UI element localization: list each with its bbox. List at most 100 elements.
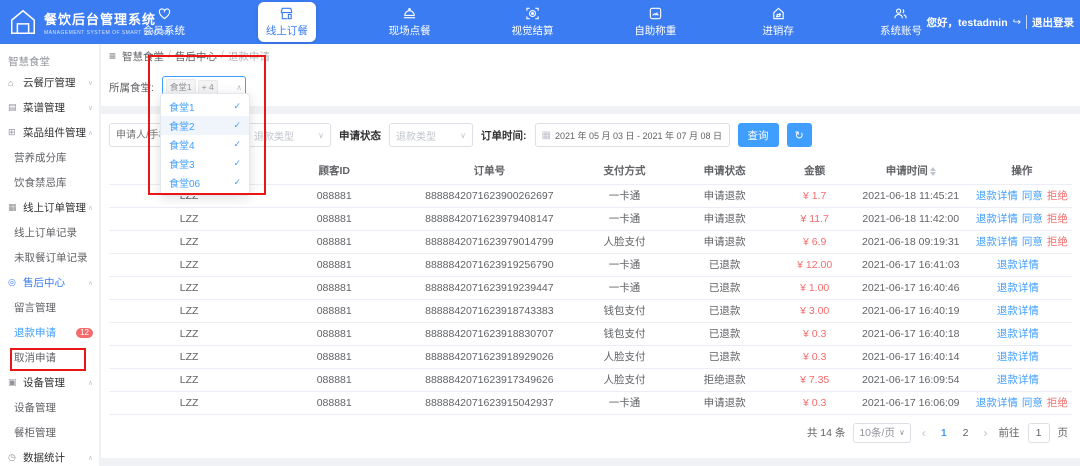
goto-label: 前往 (999, 425, 1020, 440)
sidebar-item-data-statistics[interactable]: ◷ 数据统计 ∧ (0, 445, 99, 466)
agree-link[interactable]: 同意 (1022, 236, 1043, 248)
page-number-2[interactable]: 2 (959, 427, 973, 439)
nav-self-weighing[interactable]: 自助称重 (626, 2, 684, 42)
status-select[interactable]: 退款类型 ∨ (389, 123, 473, 147)
nav-item-label: 会员系统 (143, 23, 185, 38)
components-icon: ⊞ (8, 127, 20, 138)
canteen-option-06[interactable]: 食堂06 ✓ (161, 173, 249, 192)
next-page-button[interactable]: › (981, 426, 991, 440)
refund-table: 顾客ID 订单号 支付方式 申请状态 金额 申请时间 操作 LZZ 088881… (109, 158, 1072, 415)
canteen-select-label: 所属食堂: (109, 80, 154, 95)
col-order-no: 订单号 (399, 158, 579, 184)
agree-link[interactable]: 同意 (1022, 397, 1043, 409)
device-icon: ▣ (8, 377, 20, 388)
sidebar-item-online-order-records[interactable]: 线上订单记录 (0, 220, 99, 245)
sidebar-item-cabinet-mgmt[interactable]: 餐柜管理 (0, 420, 99, 445)
reject-link[interactable]: 拒绝 (1047, 397, 1068, 409)
refresh-icon: ↻ (795, 130, 804, 142)
chevron-down-icon: ∨ (88, 79, 93, 87)
date-range-picker[interactable]: ▦ 2021 年 05 月 03 日 - 2021 年 07 月 08 日 (535, 123, 730, 147)
nav-member-system[interactable]: 会员系统 (135, 2, 193, 42)
nav-online-ordering[interactable]: 线上订餐 (258, 2, 316, 42)
page-size-select[interactable]: 10条/页 ∨ (853, 423, 910, 443)
table-row: LZZ 088881 8888842071623979408147 一卡通 申请… (109, 207, 1072, 230)
member-heart-icon (157, 6, 172, 21)
canteen-option-3[interactable]: 食堂3 ✓ (161, 154, 249, 173)
sidebar-collapse-icon[interactable]: ≡ (109, 49, 116, 63)
col-status: 申请状态 (670, 158, 780, 184)
col-time[interactable]: 申请时间 (850, 158, 972, 184)
aftersales-headset-icon: ◎ (8, 277, 20, 288)
sidebar-item-message-mgmt[interactable]: 留言管理 (0, 295, 99, 320)
sidebar-item-unpicked-order-records[interactable]: 未取餐订单记录 (0, 245, 99, 270)
account-users-icon (893, 6, 908, 21)
reject-link[interactable]: 拒绝 (1047, 190, 1068, 202)
chevron-down-icon: ∨ (460, 131, 466, 140)
sidebar-item-diet-taboo-library[interactable]: 饮食禁忌库 (0, 170, 99, 195)
logout-button[interactable]: 退出登录 (1032, 15, 1074, 30)
table-row: LZZ 088881 8888842071623918929026 人脸支付 已… (109, 345, 1072, 368)
refund-detail-link[interactable]: 退款详情 (997, 282, 1039, 294)
sidebar-item-refund-requests[interactable]: 退款申请 12 (0, 320, 99, 345)
refund-detail-link[interactable]: 退款详情 (976, 236, 1018, 248)
goto-page-input[interactable] (1028, 423, 1050, 443)
chevron-up-icon: ∧ (236, 83, 242, 92)
inventory-icon (771, 6, 786, 21)
chevron-up-icon: ∧ (88, 454, 93, 462)
reject-link[interactable]: 拒绝 (1047, 236, 1068, 248)
nav-system-account[interactable]: 系统账号 (872, 2, 930, 42)
nav-vision-checkout[interactable]: 视觉结算 (503, 2, 561, 42)
nav-onsite-ordering[interactable]: 现场点餐 (381, 2, 439, 42)
sidebar-item-nutrition-library[interactable]: 营养成分库 (0, 145, 99, 170)
reject-link[interactable]: 拒绝 (1047, 213, 1068, 225)
table-row: LZZ 088881 8888842071623919256790 一卡通 已退… (109, 253, 1072, 276)
table-row: LZZ 088881 8888842071623900262697 一卡通 申请… (109, 184, 1072, 207)
nav-item-label: 系统账号 (880, 23, 922, 38)
sidebar-item-device-mgmt[interactable]: 设备管理 (0, 395, 99, 420)
sidebar-item-menu-mgmt[interactable]: ▤ 菜谱管理 ∨ (0, 95, 99, 120)
nav-item-label: 线上订餐 (266, 23, 308, 38)
order-grid-icon: ▦ (8, 202, 20, 213)
refund-detail-link[interactable]: 退款详情 (997, 305, 1039, 317)
refund-detail-link[interactable]: 退款详情 (976, 190, 1018, 202)
breadcrumb-separator: / (221, 49, 224, 64)
breadcrumb-aftersales[interactable]: 售后中心 (175, 49, 217, 64)
sort-icon[interactable] (930, 167, 936, 176)
status-filter-label: 申请状态 (339, 128, 381, 143)
search-button[interactable]: 查询 (738, 123, 779, 147)
breadcrumb-current: 退款申请 (228, 49, 270, 64)
sidebar-item-device-mgmt-group[interactable]: ▣ 设备管理 ∧ (0, 370, 99, 395)
col-amount: 金额 (780, 158, 850, 184)
sidebar-item-online-order-mgmt[interactable]: ▦ 线上订单管理 ∧ (0, 195, 99, 220)
agree-link[interactable]: 同意 (1022, 190, 1043, 202)
canteen-option-2[interactable]: 食堂2 ✓ (161, 116, 249, 135)
refund-detail-link[interactable]: 退款详情 (997, 374, 1039, 386)
refund-detail-link[interactable]: 退款详情 (997, 351, 1039, 363)
canteen-option-1[interactable]: 食堂1 ✓ (161, 97, 249, 116)
nav-inventory[interactable]: 进销存 (749, 2, 807, 42)
check-icon: ✓ (233, 101, 241, 112)
chevron-down-icon: ∨ (899, 428, 905, 437)
page-number-1[interactable]: 1 (937, 427, 951, 439)
refund-detail-link[interactable]: 退款详情 (997, 328, 1039, 340)
refund-type-select[interactable]: 退款类型 ∨ (247, 123, 331, 147)
sidebar-item-cloud-restaurant[interactable]: ⌂ 云餐厅管理 ∨ (0, 70, 99, 95)
breadcrumb-home[interactable]: 智慧食堂 (122, 49, 164, 64)
refund-detail-link[interactable]: 退款详情 (997, 259, 1039, 271)
sidebar-item-cancel-requests[interactable]: 取消申请 (0, 345, 99, 370)
sidebar-item-aftersales-center[interactable]: ◎ 售后中心 ∧ (0, 270, 99, 295)
chevron-up-icon: ∧ (88, 379, 93, 387)
logo-house-icon (8, 7, 38, 37)
chevron-down-icon: ∨ (318, 131, 324, 140)
refund-detail-link[interactable]: 退款详情 (976, 397, 1018, 409)
nav-item-label: 现场点餐 (389, 23, 431, 38)
agree-link[interactable]: 同意 (1022, 213, 1043, 225)
sidebar-item-dish-components[interactable]: ⊞ 菜品组件管理 ∧ (0, 120, 99, 145)
refund-detail-link[interactable]: 退款详情 (976, 213, 1018, 225)
canteen-option-4[interactable]: 食堂4 ✓ (161, 135, 249, 154)
menu-book-icon: ▤ (8, 102, 20, 113)
prev-page-button[interactable]: ‹ (919, 426, 929, 440)
filter-row: 退款类型 ∨ 申请状态 退款类型 ∨ 订单时间: ▦ 2021 年 05 月 0… (109, 120, 1072, 150)
storefront-icon (279, 6, 294, 21)
refresh-button[interactable]: ↻ (787, 123, 812, 147)
